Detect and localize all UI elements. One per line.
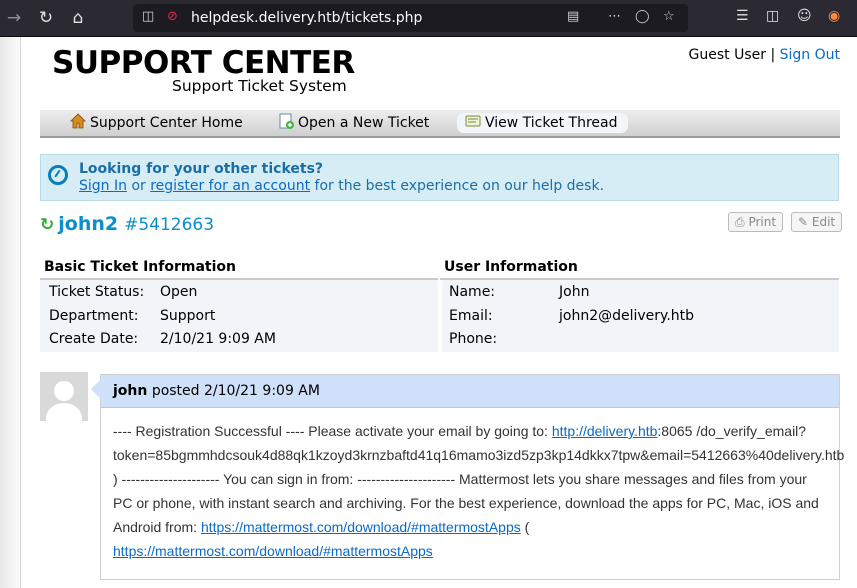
nav-support-center-home[interactable]: Support Center Home xyxy=(70,113,243,133)
sign-out-link[interactable]: Sign Out xyxy=(780,47,840,63)
insecure-lock-icon[interactable]: ⊘ xyxy=(167,9,178,24)
compass-icon xyxy=(48,165,68,185)
url-bar[interactable]: ◫ ⊘ helpdesk.delivery.htb/tickets.php ▤ … xyxy=(133,4,688,32)
home-icon[interactable]: ⌂ xyxy=(66,6,90,30)
thread-entry-header: john posted 2/10/21 9:09 AM xyxy=(101,375,839,408)
nav-item-label: Support Center Home xyxy=(90,115,243,131)
basic-info-table: Ticket Status: Open Department: Support … xyxy=(40,280,438,352)
logo-title[interactable]: SUPPORT CENTER xyxy=(52,45,355,81)
avatar-body xyxy=(46,403,82,421)
ticket-thread-icon xyxy=(465,115,481,127)
mattermost-download-link-2[interactable]: https://mattermost.com/download/#matterm… xyxy=(113,543,433,559)
register-link[interactable]: register for an account xyxy=(150,178,310,194)
print-label: Print xyxy=(748,215,777,229)
ticket-status-value: Open xyxy=(160,284,198,300)
nav-view-ticket-thread[interactable]: View Ticket Thread xyxy=(457,113,628,133)
shield-icon[interactable]: ◫ xyxy=(142,9,154,24)
basic-info-heading: Basic Ticket Information xyxy=(44,259,236,275)
print-icon: ⎙ xyxy=(735,215,745,229)
browser-toolbar: → ↻ ⌂ ◫ ⊘ helpdesk.delivery.htb/tickets.… xyxy=(0,0,857,37)
notice-tail-text: for the best experience on our help desk… xyxy=(310,178,605,194)
ticket-number[interactable]: #5412663 xyxy=(124,215,214,235)
bookmark-star-icon[interactable]: ☆ xyxy=(663,9,675,24)
ticket-name: john2 xyxy=(58,213,119,235)
thread-entry-title: john posted 2/10/21 9:09 AM xyxy=(113,383,320,399)
email-label: Email: xyxy=(449,308,493,324)
thread-body-text: ---- Registration Successful ---- Please… xyxy=(113,423,552,439)
guest-user-label: Guest User xyxy=(688,47,766,63)
home-icon xyxy=(70,113,86,129)
user-info-heading: User Information xyxy=(444,259,578,275)
page-left-margin xyxy=(0,37,21,588)
account-icon[interactable]: ☺ xyxy=(797,8,812,24)
pocket-icon[interactable]: ◯ xyxy=(635,9,650,24)
user-area: Guest User | Sign Out xyxy=(689,47,840,63)
other-tickets-notice: Looking for your other tickets? Sign In … xyxy=(40,154,839,201)
sign-in-link[interactable]: Sign In xyxy=(79,178,127,194)
nav-open-new-ticket[interactable]: Open a New Ticket xyxy=(278,113,429,133)
logo-subtitle: Support Ticket System xyxy=(172,77,347,95)
reload-icon[interactable]: ↻ xyxy=(34,6,58,30)
thread-entry-body: ---- Registration Successful ---- Please… xyxy=(113,419,844,563)
department-value: Support xyxy=(160,308,216,324)
separator: | xyxy=(770,47,776,63)
ticket-heading: ↻ john2 #5412663 xyxy=(40,213,214,235)
new-ticket-icon xyxy=(279,113,294,129)
thread-author: john xyxy=(113,383,148,399)
notice-title: Looking for your other tickets? xyxy=(79,161,324,177)
ticket-status-label: Ticket Status: xyxy=(49,284,145,300)
edit-button[interactable]: ✎ Edit xyxy=(791,212,843,232)
notice-or-text: or xyxy=(127,178,151,194)
notice-text: Sign In or register for an account for t… xyxy=(79,178,604,194)
edit-label: Edit xyxy=(811,215,836,229)
avatar xyxy=(40,372,88,421)
edit-icon: ✎ xyxy=(798,215,809,229)
thread-pointer xyxy=(91,379,101,399)
thread-body-text: ( xyxy=(520,519,530,535)
nav-item-label: View Ticket Thread xyxy=(485,115,618,131)
create-date-label: Create Date: xyxy=(49,331,139,347)
email-value: john2@delivery.htb xyxy=(559,308,695,324)
library-icon[interactable]: ☰ xyxy=(736,8,749,24)
avatar-head xyxy=(54,381,74,401)
name-label: Name: xyxy=(449,284,496,300)
mattermost-download-link[interactable]: https://mattermost.com/download/#matterm… xyxy=(201,519,521,535)
more-actions-icon[interactable]: ⋯ xyxy=(608,9,621,24)
main-nav: Support Center Home Open a New Ticket Vi… xyxy=(40,110,840,138)
nav-item-label: Open a New Ticket xyxy=(298,115,430,131)
print-button[interactable]: ⎙ Print xyxy=(728,212,784,232)
thread-posted-text: posted 2/10/21 9:09 AM xyxy=(151,383,320,399)
sidebar-icon[interactable]: ◫ xyxy=(766,8,779,24)
user-info-table: Name: John Email: john2@delivery.htb Pho… xyxy=(442,280,839,352)
name-value: John xyxy=(559,284,590,300)
back-icon[interactable]: → xyxy=(2,6,26,30)
url-text[interactable]: helpdesk.delivery.htb/tickets.php xyxy=(191,10,422,26)
refresh-icon[interactable]: ↻ xyxy=(40,215,54,235)
department-label: Department: xyxy=(49,308,139,324)
thread-entry: john posted 2/10/21 9:09 AM ---- Registr… xyxy=(91,374,844,580)
delivery-link[interactable]: http://delivery.htb xyxy=(552,423,658,439)
extension-icon[interactable]: ◉ xyxy=(828,8,840,24)
create-date-value: 2/10/21 9:09 AM xyxy=(160,331,276,347)
phone-label: Phone: xyxy=(449,331,498,347)
reader-view-icon[interactable]: ▤ xyxy=(567,9,579,24)
